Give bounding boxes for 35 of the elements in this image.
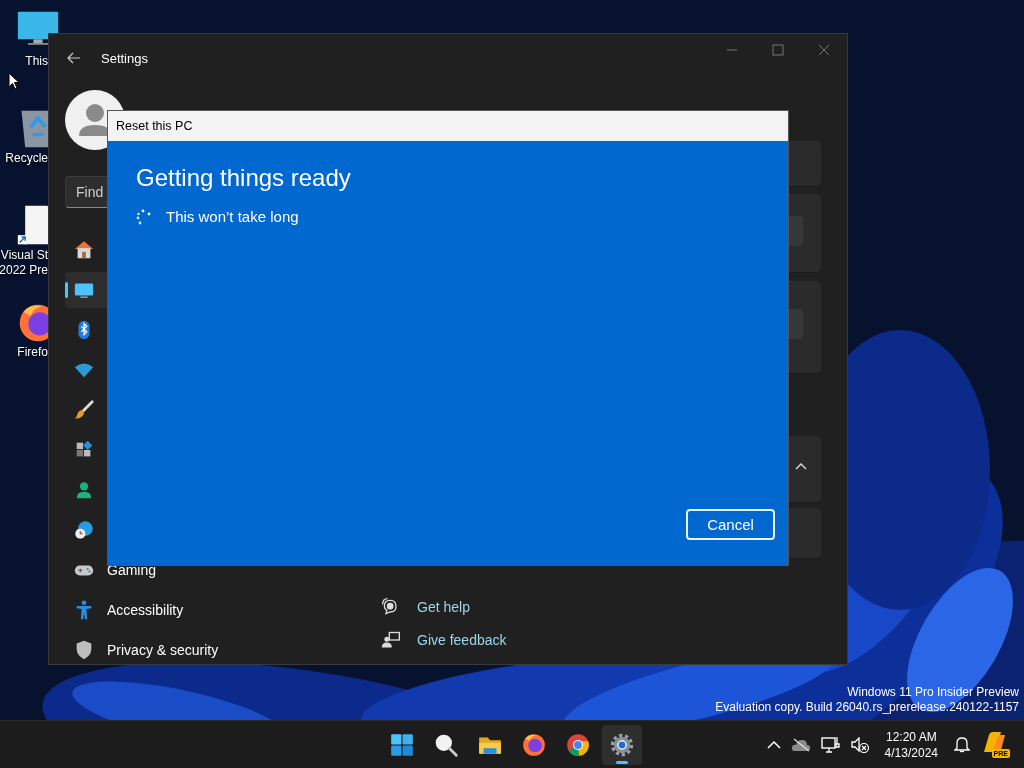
nav-item[interactable]: Gaming [65, 552, 323, 588]
cloud-off-icon[interactable] [790, 737, 811, 752]
help-link[interactable]: Give feedback [381, 623, 821, 656]
nav-item[interactable]: Accessibility [65, 592, 323, 628]
window-title: Settings [101, 50, 148, 66]
desktop-icon-label[interactable]: Visual St [0, 248, 48, 263]
watermark-text: Windows 11 Pro Insider Preview [847, 685, 1019, 700]
help-link[interactable]: Get help [381, 590, 821, 623]
desktop-icon-label[interactable]: Recycle [5, 151, 48, 166]
clock-time[interactable]: 12:20 AM [885, 728, 937, 745]
cursor-icon [8, 72, 20, 90]
desktop-icon-label[interactable]: This [25, 54, 48, 69]
brush-icon [73, 399, 95, 421]
back-arrow-icon[interactable] [67, 52, 81, 64]
clock-date[interactable]: 4/13/2024 [884, 744, 938, 761]
house-icon [73, 239, 95, 261]
gear-icon[interactable] [609, 731, 635, 758]
chevron-up-icon[interactable] [795, 462, 807, 470]
desktop-icon-label[interactable]: Firefo [17, 345, 48, 360]
watermark-text: Evaluation copy. Build 26040.rs_prerelease.240122-1157 [715, 700, 1019, 715]
feedback-icon [381, 629, 401, 650]
globe-clock-icon [73, 519, 95, 541]
dialog-title: Reset this PC [108, 111, 788, 141]
browser-icon[interactable] [565, 731, 591, 758]
bell-icon[interactable] [954, 736, 970, 753]
fox-browser-icon[interactable] [521, 731, 547, 758]
monitor-icon[interactable] [820, 735, 841, 754]
nav-item[interactable]: Privacy & security [65, 632, 323, 668]
speaker-muted-icon[interactable] [850, 736, 869, 753]
status-text: This won’t take long [166, 208, 299, 225]
cancel-button[interactable]: Cancel [686, 509, 775, 540]
taskbar-button[interactable] [602, 724, 642, 765]
dialog-heading: Getting things ready [136, 163, 352, 193]
start-icon[interactable] [389, 731, 415, 758]
desktop-icon-label[interactable]: 2022 Pre [0, 263, 48, 278]
